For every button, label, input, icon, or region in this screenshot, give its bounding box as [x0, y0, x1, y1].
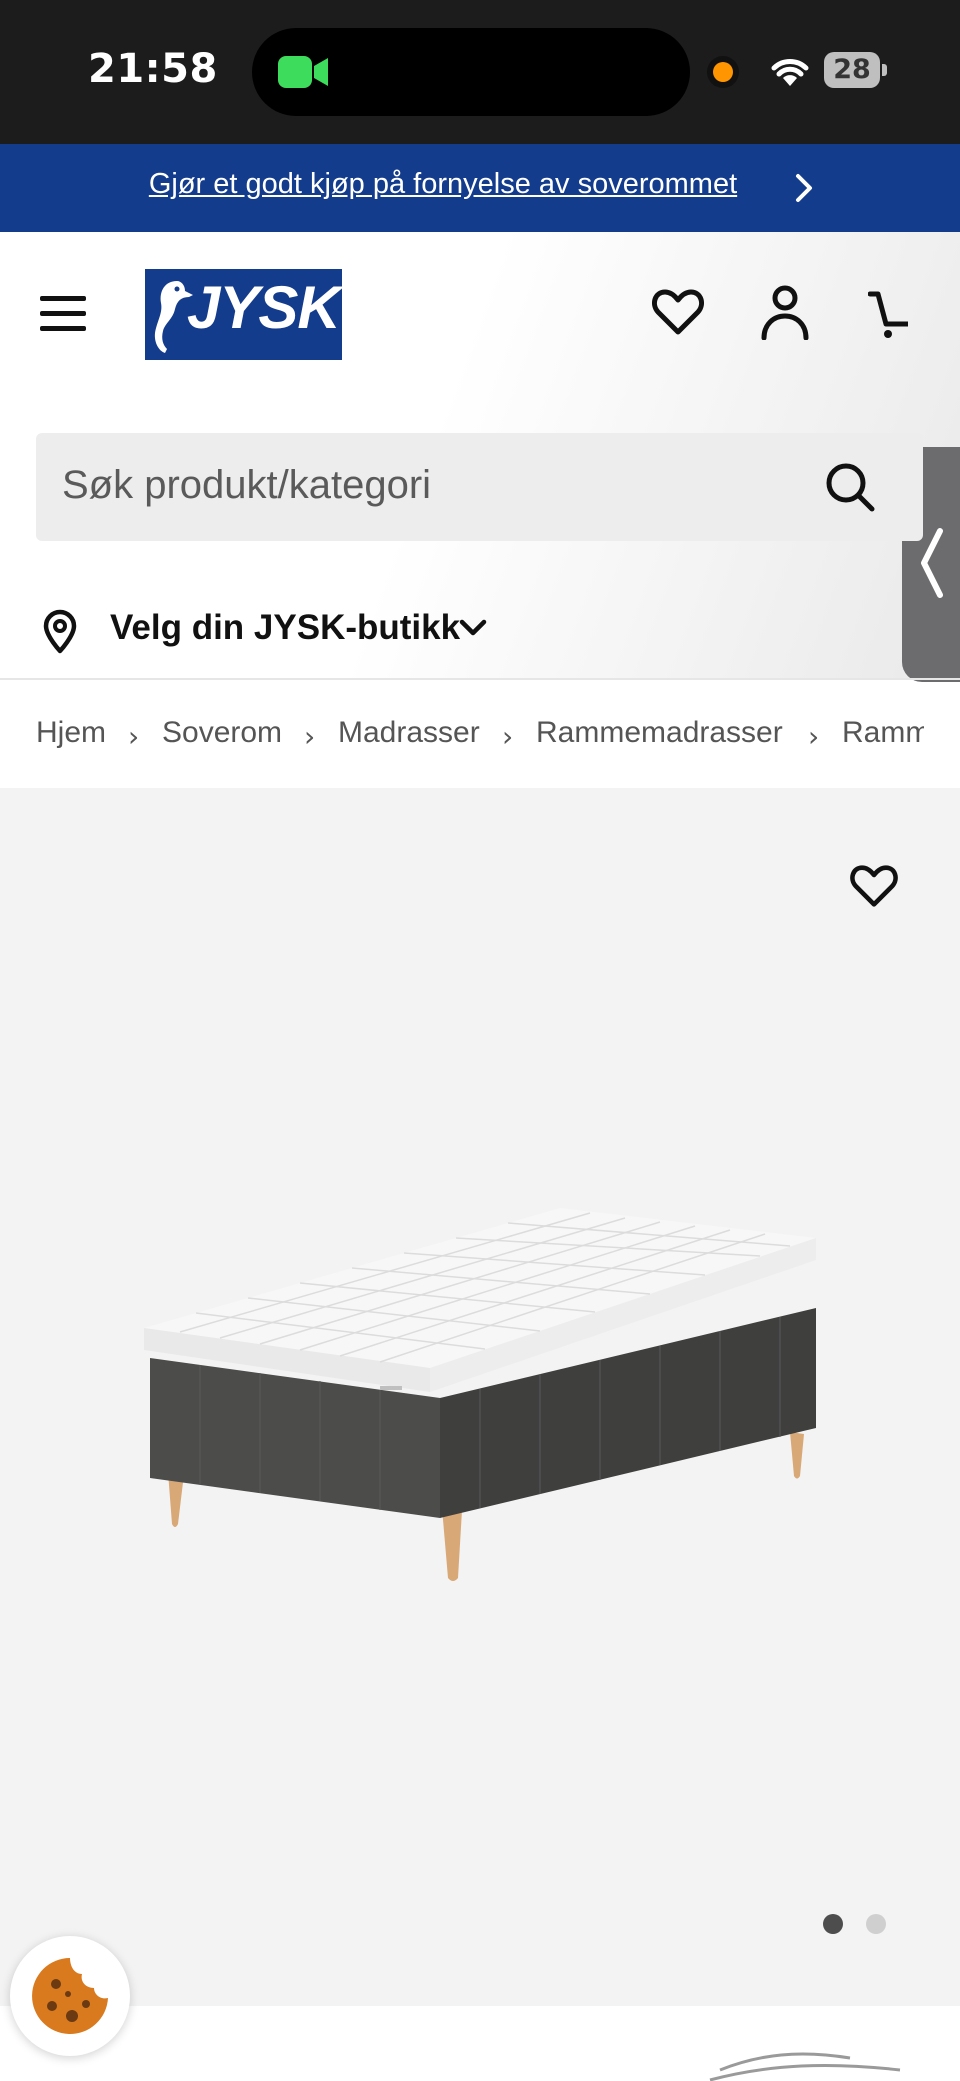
breadcrumb-separator-icon: ›	[808, 720, 820, 753]
promo-link[interactable]: Gjør et godt kjøp på fornyelse av sovero…	[0, 168, 886, 201]
chevron-down-icon	[459, 619, 487, 636]
breadcrumb-separator-icon: ›	[502, 720, 514, 753]
breadcrumb-item-hjem[interactable]: Hjem	[36, 716, 106, 750]
breadcrumb-item-rammemadrasser[interactable]: Rammemadrasser	[536, 716, 783, 750]
chevron-right-icon	[796, 174, 812, 202]
cookie-icon	[32, 1958, 109, 2034]
status-bar: 21:58 28	[0, 0, 960, 144]
store-label: Velg din JYSK-butikk	[110, 608, 461, 647]
status-time: 21:58	[88, 46, 218, 92]
jysk-logo[interactable]: JYSK	[145, 269, 342, 360]
product-image-gallery[interactable]	[0, 788, 960, 2006]
facetime-icon	[278, 56, 328, 88]
breadcrumb-separator-icon: ›	[128, 720, 140, 753]
logo-text: JYSK	[187, 274, 341, 341]
breadcrumb-item-madrasser[interactable]: Madrasser	[338, 716, 480, 750]
account-user-icon[interactable]	[760, 284, 810, 340]
search-placeholder: Søk produkt/kategori	[62, 463, 432, 507]
privacy-indicator	[713, 62, 733, 82]
battery-level: 28	[833, 54, 871, 85]
breadcrumb-item-current[interactable]: Ramm	[842, 716, 924, 750]
breadcrumb: Hjem › Soverom › Madrasser › Rammemadras…	[0, 680, 924, 788]
battery-indicator: 28	[824, 52, 888, 90]
gallery-dot[interactable]	[866, 1914, 886, 1934]
hamburger-menu-icon[interactable]	[40, 294, 86, 334]
breadcrumb-item-soverom[interactable]: Soverom	[162, 716, 282, 750]
product-image[interactable]	[140, 1208, 830, 1588]
shopping-cart-icon[interactable]	[868, 288, 908, 340]
search-icon[interactable]	[822, 459, 878, 515]
wifi-icon	[771, 59, 809, 86]
store-selector[interactable]: Velg din JYSK-butikk	[0, 590, 960, 678]
breadcrumb-separator-icon: ›	[304, 720, 316, 753]
search-input[interactable]: Søk produkt/kategori	[36, 433, 923, 541]
promo-banner[interactable]: Gjør et godt kjøp på fornyelse av sovero…	[0, 144, 960, 232]
location-pin-icon	[43, 609, 77, 654]
dynamic-island	[252, 28, 690, 116]
add-to-wishlist-heart-icon[interactable]	[850, 864, 898, 908]
brand-logo-partial	[709, 2052, 901, 2081]
cookie-settings-button[interactable]	[10, 1936, 130, 2056]
gallery-dot-active[interactable]	[823, 1914, 843, 1934]
wishlist-heart-icon[interactable]	[652, 288, 704, 336]
